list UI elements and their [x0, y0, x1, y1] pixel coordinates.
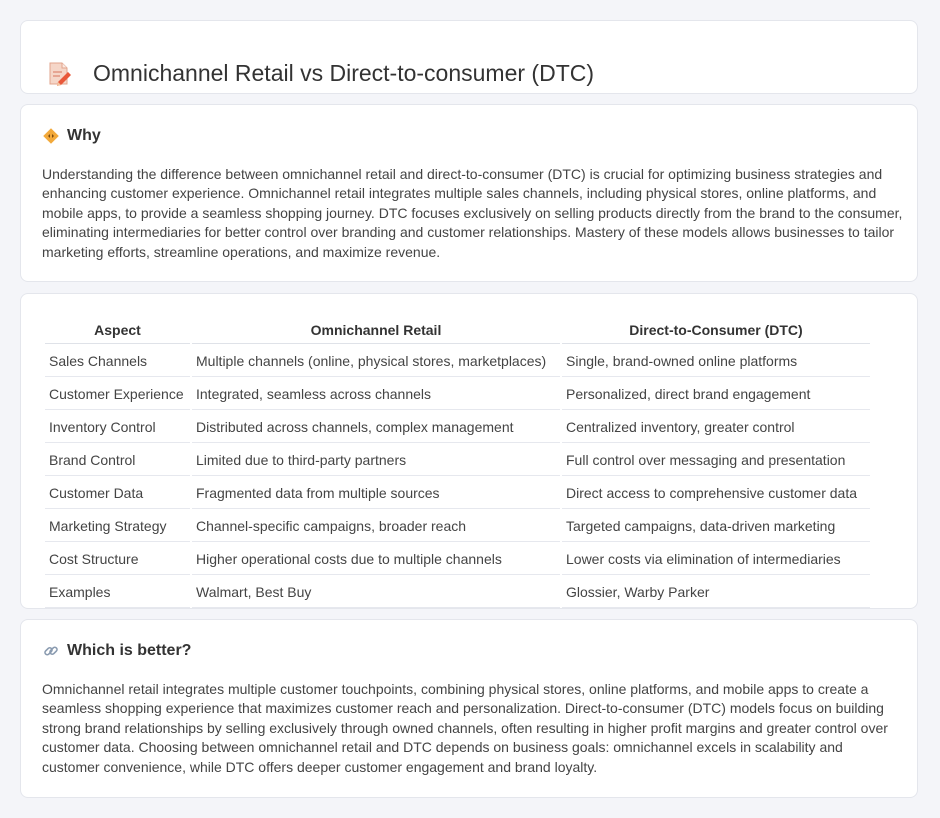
why-card: Why Understanding the difference between…	[20, 104, 918, 282]
cell-dtc: Lower costs via elimination of intermedi…	[562, 544, 870, 575]
header-dtc: Direct-to-Consumer (DTC)	[562, 318, 870, 344]
cell-dtc: Full control over messaging and presenta…	[562, 445, 870, 476]
table-row: Inventory Control Distributed across cha…	[45, 412, 870, 443]
cell-aspect: Marketing Strategy	[45, 511, 190, 542]
why-heading-row: Why	[43, 127, 101, 145]
table-row: Customer Data Fragmented data from multi…	[45, 478, 870, 509]
comparison-card: Aspect Omnichannel Retail Direct-to-Cons…	[20, 293, 918, 609]
table-row: Cost Structure Higher operational costs …	[45, 544, 870, 575]
table-row: Marketing Strategy Channel-specific camp…	[45, 511, 870, 542]
cell-aspect: Cost Structure	[45, 544, 190, 575]
cell-dtc: Direct access to comprehensive customer …	[562, 478, 870, 509]
better-heading: Which is better?	[67, 642, 192, 659]
cell-omnichannel: Multiple channels (online, physical stor…	[192, 346, 560, 377]
title-card: Omnichannel Retail vs Direct-to-consumer…	[20, 20, 918, 94]
which-better-card: Which is better? Omnichannel retail inte…	[20, 619, 918, 798]
why-heading: Why	[67, 127, 101, 144]
diamond-arrows-icon	[43, 128, 59, 144]
table-row: Examples Walmart, Best Buy Glossier, War…	[45, 577, 870, 608]
better-heading-row: Which is better?	[43, 642, 191, 660]
page-title: Omnichannel Retail vs Direct-to-consumer…	[93, 60, 595, 87]
table-row: Customer Experience Integrated, seamless…	[45, 379, 870, 410]
cell-aspect: Inventory Control	[45, 412, 190, 443]
better-text: Omnichannel retail integrates multiple c…	[42, 681, 888, 775]
header-aspect: Aspect	[45, 318, 190, 344]
cell-dtc: Single, brand-owned online platforms	[562, 346, 870, 377]
cell-omnichannel: Channel-specific campaigns, broader reac…	[192, 511, 560, 542]
why-text: Understanding the difference between omn…	[42, 166, 903, 260]
comparison-table: Aspect Omnichannel Retail Direct-to-Cons…	[43, 316, 872, 610]
cell-omnichannel: Walmart, Best Buy	[192, 577, 560, 608]
link-icon	[43, 643, 59, 659]
table-header-row: Aspect Omnichannel Retail Direct-to-Cons…	[45, 318, 870, 344]
cell-aspect: Customer Experience	[45, 379, 190, 410]
cell-aspect: Brand Control	[45, 445, 190, 476]
cell-aspect: Sales Channels	[45, 346, 190, 377]
cell-omnichannel: Limited due to third-party partners	[192, 445, 560, 476]
cell-dtc: Centralized inventory, greater control	[562, 412, 870, 443]
title-row: Omnichannel Retail vs Direct-to-consumer…	[45, 45, 594, 103]
cell-omnichannel: Higher operational costs due to multiple…	[192, 544, 560, 575]
document-pencil-icon	[45, 60, 73, 88]
cell-dtc: Personalized, direct brand engagement	[562, 379, 870, 410]
cell-omnichannel: Fragmented data from multiple sources	[192, 478, 560, 509]
cell-omnichannel: Distributed across channels, complex man…	[192, 412, 560, 443]
cell-aspect: Examples	[45, 577, 190, 608]
table-row: Brand Control Limited due to third-party…	[45, 445, 870, 476]
cell-aspect: Customer Data	[45, 478, 190, 509]
cell-omnichannel: Integrated, seamless across channels	[192, 379, 560, 410]
cell-dtc: Glossier, Warby Parker	[562, 577, 870, 608]
table-row: Sales Channels Multiple channels (online…	[45, 346, 870, 377]
header-omnichannel: Omnichannel Retail	[192, 318, 560, 344]
cell-dtc: Targeted campaigns, data-driven marketin…	[562, 511, 870, 542]
